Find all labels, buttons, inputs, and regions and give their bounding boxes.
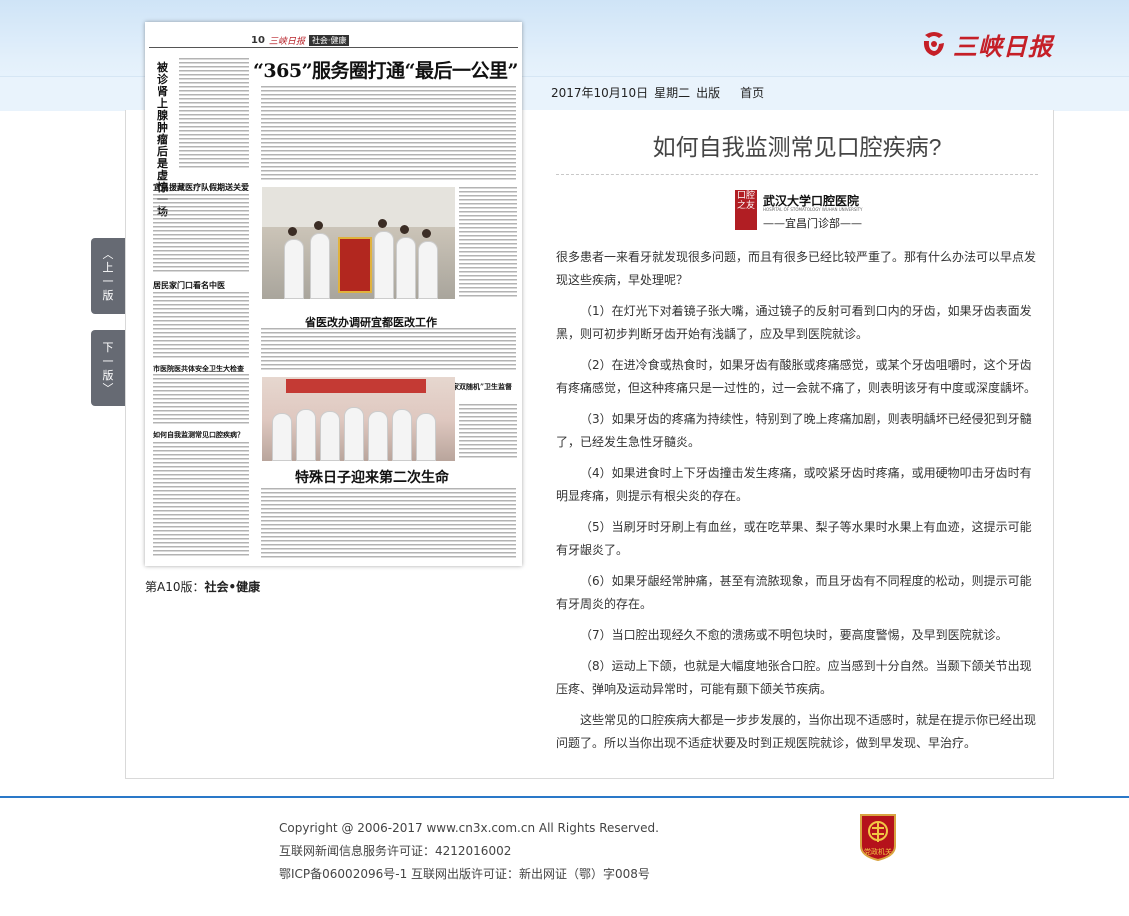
text-column bbox=[261, 488, 516, 560]
headline-8: 特殊日子迎来第二次生命 bbox=[295, 470, 449, 486]
text-column bbox=[261, 86, 516, 182]
issue-date: 2017年10月10日 bbox=[551, 86, 649, 100]
next-label-2: 一 bbox=[102, 355, 114, 368]
hospital-branch: ——宜昌门诊部—— bbox=[763, 217, 862, 230]
page-logo: 三峡日报 bbox=[268, 37, 305, 47]
next-label-1: 下 bbox=[102, 341, 114, 354]
newspaper-page-thumbnail[interactable]: 10 三峡日报 社会·健康 “365”服务圈打通“最后一公里” 被诊肾上腺肿瘤后… bbox=[145, 22, 522, 566]
headline-3: 居民家门口看名中医 bbox=[153, 280, 225, 290]
government-badge-icon[interactable]: 党政机关 bbox=[858, 812, 898, 862]
footer-divider bbox=[0, 796, 1129, 798]
site-logo[interactable]: 三峡日报 bbox=[921, 26, 1053, 62]
article-title: 如何自我监测常见口腔疾病? bbox=[556, 122, 1038, 175]
page-number: 10 bbox=[251, 35, 265, 46]
hospital-seal: 口腔之友 bbox=[735, 190, 757, 230]
text-column bbox=[459, 404, 517, 460]
headline-5: 市医院医共体安全卫生大检查 bbox=[153, 364, 244, 373]
article-item-1: （1）在灯光下对着镜子张大嘴，通过镜子的反射可看到口内的牙齿，如果牙齿表面发黑，… bbox=[556, 304, 1032, 341]
text-column bbox=[153, 374, 249, 424]
text-column bbox=[153, 442, 249, 558]
chevron-down-icon: ﹀ bbox=[102, 382, 114, 395]
main-headline: “365”服务圈打通“最后一公里” bbox=[253, 60, 518, 82]
article-conclusion: 这些常见的口腔疾病大都是一步步发展的，当你出现不适感时，就是在提示你已经出现问题… bbox=[556, 713, 1037, 750]
prev-label-3: 版 bbox=[102, 289, 114, 302]
text-column bbox=[153, 292, 249, 358]
brand-name: 三峡日报 bbox=[953, 31, 1053, 61]
caption-section: 社会•健康 bbox=[204, 580, 261, 594]
badge-label: 党政机关 bbox=[864, 847, 892, 856]
pennant bbox=[338, 237, 372, 293]
article-item-7: （7）当口腔出现经久不愈的溃疡或不明包块时，要高度警惕，及早到医院就诊。 bbox=[580, 628, 1008, 642]
news-photo-doctors bbox=[262, 187, 455, 299]
article-item-5: （5）当刷牙时牙刷上有血丝，或在吃苹果、梨子等水果时水果上有血迹，这提示可能有牙… bbox=[556, 520, 1032, 557]
issue-label: 出版 bbox=[696, 86, 721, 100]
issue-weekday: 星期二 bbox=[654, 86, 691, 100]
article: 如何自我监测常见口腔疾病? 口腔之友 武汉大学口腔医院 HOSPITAL OF … bbox=[556, 122, 1038, 755]
home-link[interactable]: 首页 bbox=[740, 84, 764, 101]
footer-copyright: Copyright @ 2006-2017 www.cn3x.com.cn Al… bbox=[279, 821, 659, 835]
page-caption[interactable]: 第A10版：社会•健康 bbox=[145, 578, 260, 595]
prev-label-2: 一 bbox=[102, 275, 114, 288]
hospital-logo: 口腔之友 武汉大学口腔医院 HOSPITAL OF STOMATOLOGY WU… bbox=[735, 184, 863, 236]
article-item-6: （6）如果牙龈经常肿痛，甚至有流脓现象，而且牙齿有不同程度的松动，则提示可能有牙… bbox=[556, 574, 1032, 611]
footer-icp[interactable]: 鄂ICP备06002096号-1 互联网出版许可证：新出网证（鄂）字008号 bbox=[279, 863, 659, 886]
page-section: 社会·健康 bbox=[308, 35, 350, 46]
next-label-3: 版 bbox=[102, 369, 114, 382]
page-header: 10 三峡日报 社会·健康 bbox=[251, 34, 350, 47]
headline-6: 如何自我监测常见口腔疾病？ bbox=[153, 430, 244, 439]
text-column bbox=[261, 328, 516, 372]
article-item-4: （4）如果进食时上下牙齿撞击发生疼痛，或咬紧牙齿时疼痛，或用硬物叩击牙齿时有明显… bbox=[556, 466, 1032, 503]
prev-label-1: 上 bbox=[102, 261, 114, 274]
text-column bbox=[153, 194, 249, 274]
brand-mark-icon bbox=[923, 32, 944, 56]
chevron-up-icon: ︿ bbox=[102, 248, 114, 261]
text-column bbox=[179, 58, 249, 168]
issue-date-line: 2017年10月10日 星期二 出版 首页 bbox=[551, 84, 764, 101]
footer-news-license: 互联网新闻信息服务许可证：4212016002 bbox=[279, 844, 512, 858]
hospital-english-name: HOSPITAL OF STOMATOLOGY WUHAN UNIVERSITY bbox=[763, 207, 863, 212]
prev-page-button[interactable]: ︿ 上 一 版 bbox=[91, 238, 125, 314]
article-intro: 很多患者一来看牙就发现很多问题，而且有很多已经比较严重了。那有什么办法可以早点发… bbox=[556, 250, 1037, 287]
page-rule bbox=[149, 47, 518, 48]
article-item-8: （8）运动上下颌，也就是大幅度地张合口腔。应当感到十分自然。当颞下颌关节出现压疼… bbox=[556, 659, 1032, 696]
footer-info: Copyright @ 2006-2017 www.cn3x.com.cn Al… bbox=[279, 817, 659, 886]
article-item-3: （3）如果牙齿的疼痛为持续性，特别到了晚上疼痛加剧，则表明龋坏已经侵犯到牙髓了，… bbox=[556, 412, 1032, 449]
headline-2: 宜昌援藏医疗队假期送关爱 bbox=[153, 182, 249, 192]
hospital-logo-wrap: 口腔之友 武汉大学口腔医院 HOSPITAL OF STOMATOLOGY WU… bbox=[556, 184, 1038, 236]
news-photo-group bbox=[262, 377, 455, 461]
next-page-button[interactable]: 下 一 版 ﹀ bbox=[91, 330, 125, 406]
caption-prefix: 第A10版： bbox=[145, 580, 205, 594]
article-item-2: （2）在进冷食或热食时，如果牙齿有酸胀或疼痛感觉，或某个牙齿咀嚼时，这个牙齿有疼… bbox=[556, 358, 1037, 395]
text-column bbox=[459, 187, 517, 299]
